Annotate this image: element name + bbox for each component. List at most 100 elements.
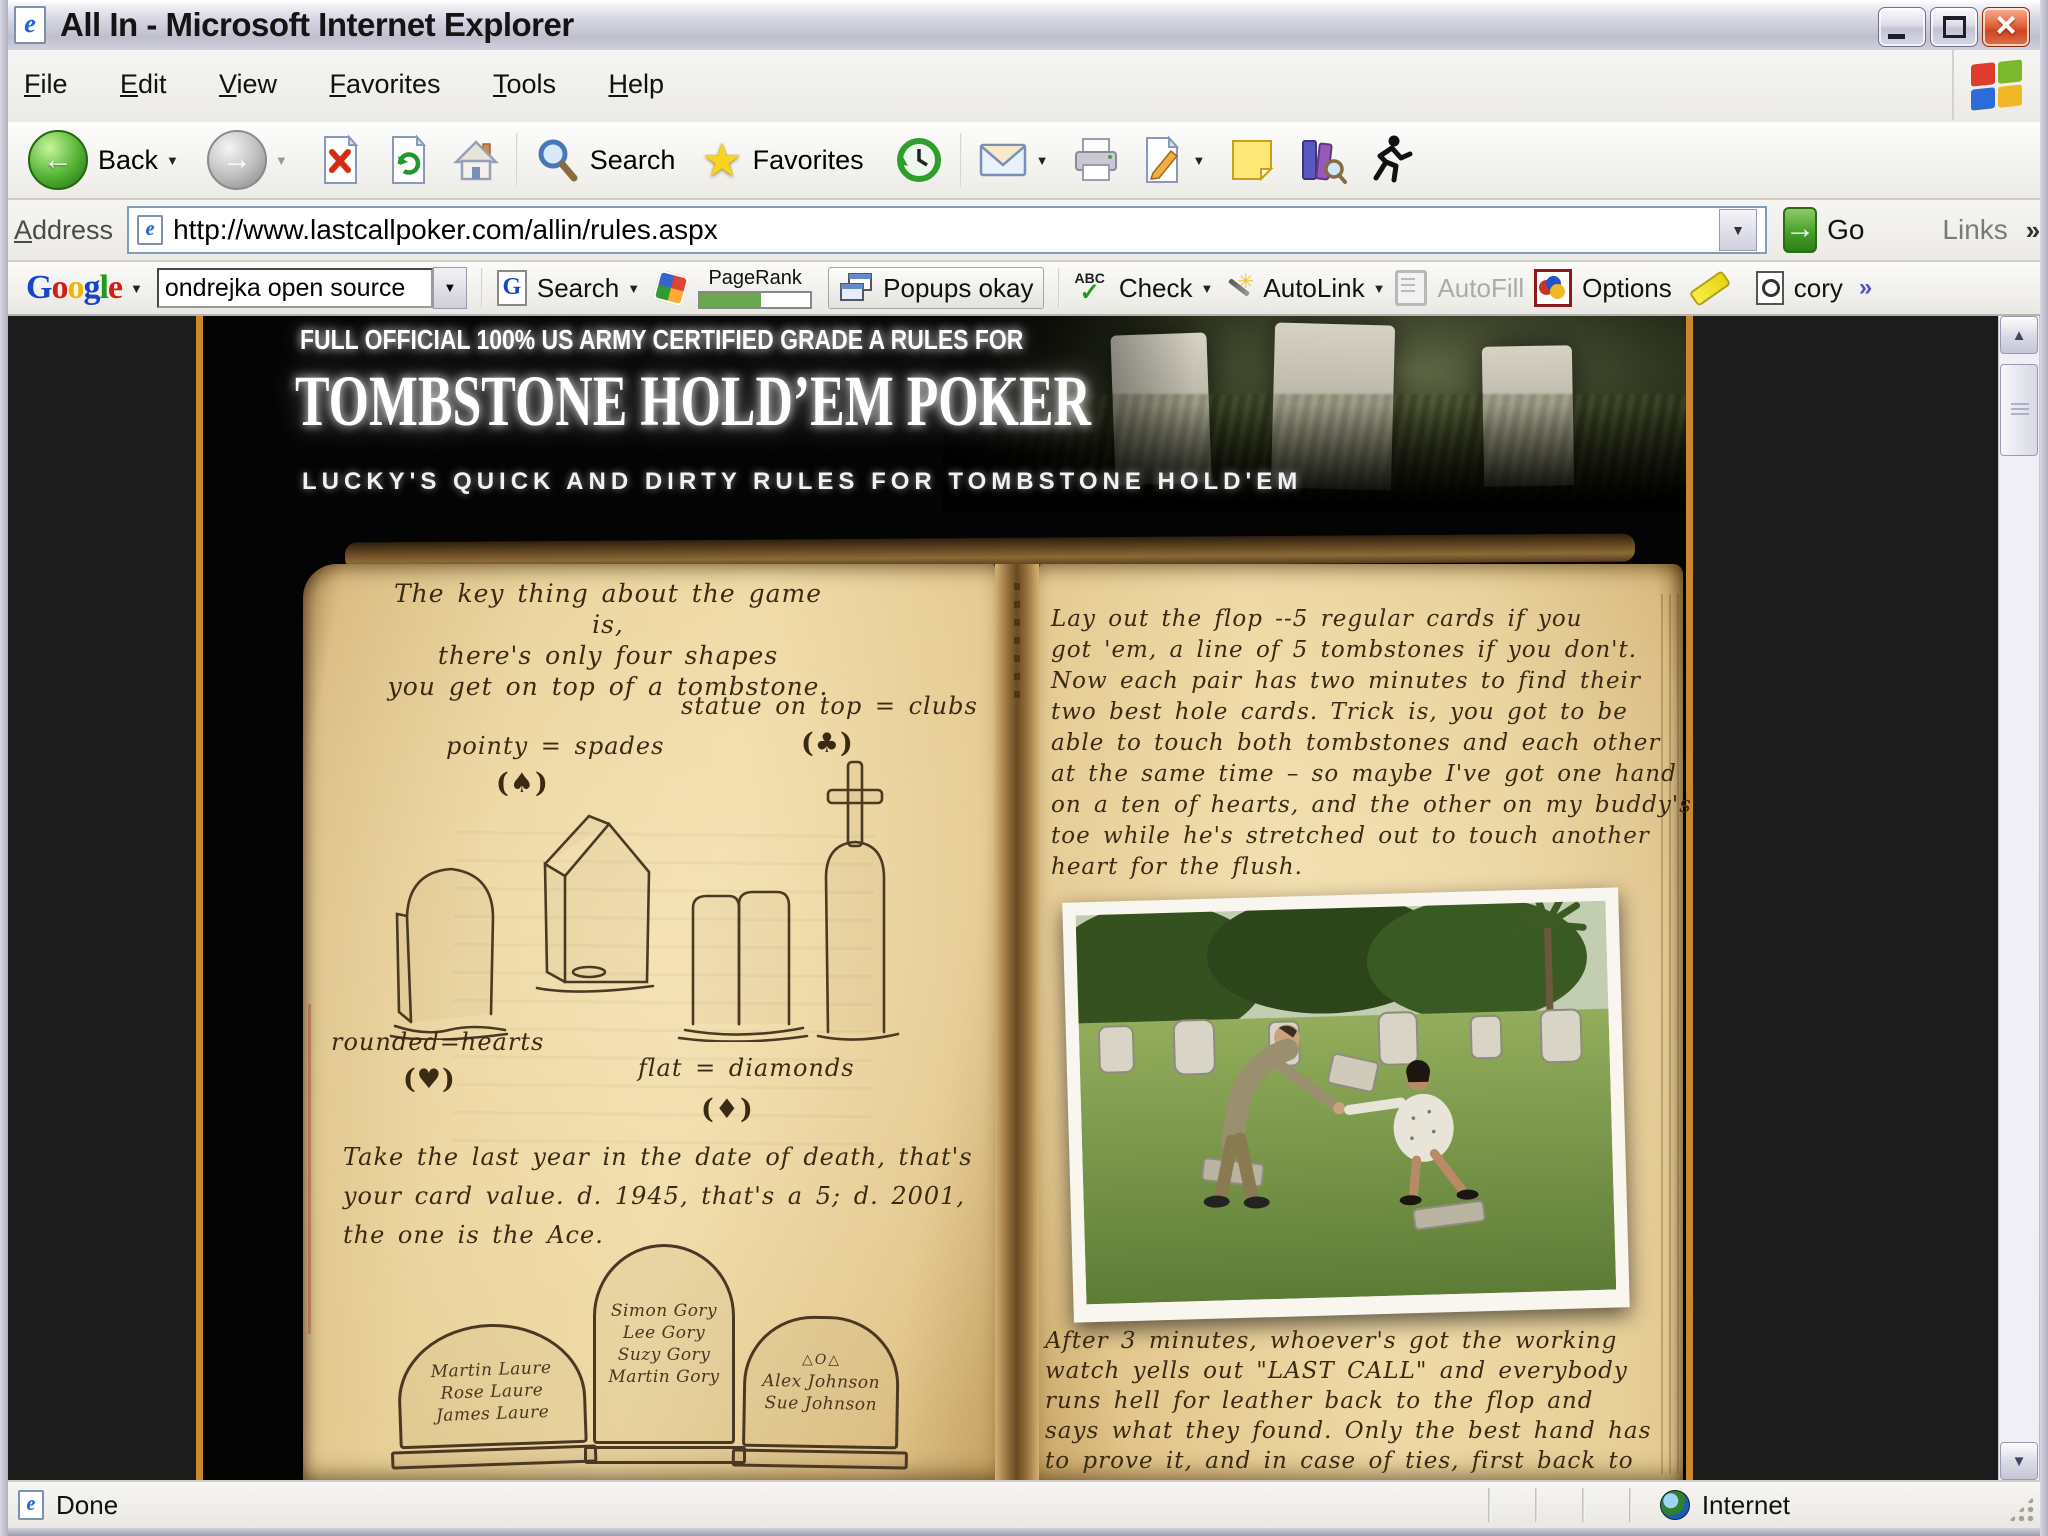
address-field[interactable]: e http://www.lastcallpoker.com/allin/rul… bbox=[127, 206, 1768, 254]
menu-edit[interactable]: Edit bbox=[96, 50, 191, 118]
status-separator bbox=[1487, 1488, 1491, 1522]
mail-button[interactable]: ▼ bbox=[978, 139, 1049, 181]
pagerank-bar bbox=[698, 291, 813, 309]
autolink-button[interactable]: ✳ AutoLink ▼ bbox=[1213, 271, 1386, 304]
diamonds-symbol: (♦) bbox=[701, 1094, 754, 1125]
go-label[interactable]: Go bbox=[1827, 214, 1864, 246]
popups-button[interactable]: Popups okay bbox=[828, 267, 1045, 309]
johnson-deco: △O△ bbox=[801, 1351, 842, 1369]
menu-tools[interactable]: Tools bbox=[469, 50, 580, 118]
clubs-label: statue on top = clubs bbox=[681, 692, 978, 720]
favorites-star-icon: ★ bbox=[701, 134, 743, 186]
scroll-down-button[interactable]: ▼ bbox=[2000, 1442, 2038, 1480]
mail-icon bbox=[979, 143, 1026, 177]
gbar-more-chevron-icon[interactable]: » bbox=[1859, 274, 1872, 302]
google-search-input[interactable] bbox=[156, 268, 433, 308]
google-search-button[interactable]: G Search ▼ bbox=[496, 270, 640, 306]
check-label: Check bbox=[1118, 272, 1193, 303]
page-column: FULL OFFICIAL 100% US ARMY CERTIFIED GRA… bbox=[196, 316, 1693, 1480]
close-button[interactable]: × bbox=[1982, 7, 2030, 47]
spades-symbol: (♠) bbox=[496, 768, 549, 799]
hearts-symbol: (♥) bbox=[403, 1064, 456, 1095]
spellcheck-icon: ABC ✓ bbox=[1074, 270, 1105, 306]
options-button[interactable]: Options bbox=[1524, 269, 1672, 307]
autofill-label: AutoFill bbox=[1437, 272, 1525, 303]
back-button[interactable]: ← Back ▼ bbox=[28, 130, 179, 190]
rounded-tombstone-sketch bbox=[389, 854, 511, 1040]
scrollbar-thumb[interactable] bbox=[2000, 364, 2038, 456]
page-subtitle: LUCKY'S QUICK AND DIRTY RULES FOR TOMBST… bbox=[302, 468, 1303, 495]
home-button[interactable] bbox=[452, 136, 500, 184]
forward-button[interactable]: → ▼ bbox=[206, 130, 288, 190]
status-page-icon: e bbox=[18, 1490, 44, 1520]
menu-view[interactable]: View bbox=[195, 50, 301, 118]
address-label: Address bbox=[14, 214, 114, 245]
menu-bar: File Edit View Favorites Tools Help bbox=[0, 50, 2048, 124]
page-title: TOMBSTONE HOLD’EM POKER bbox=[295, 361, 1091, 441]
vertical-scrollbar[interactable]: ▲ ▼ bbox=[1998, 316, 2039, 1480]
go-icon[interactable]: → bbox=[1783, 207, 1818, 253]
autofill-icon bbox=[1395, 270, 1428, 306]
account-button[interactable]: cory bbox=[1748, 271, 1843, 305]
menu-favorites[interactable]: Favorites bbox=[305, 50, 464, 118]
highlighter-icon[interactable] bbox=[1688, 269, 1732, 307]
google-search-dropdown-icon[interactable]: ▼ bbox=[627, 281, 640, 296]
aim-button[interactable] bbox=[1367, 134, 1413, 186]
address-dropdown-button[interactable]: ▼ bbox=[1719, 209, 1758, 251]
popups-icon bbox=[840, 273, 873, 301]
running-man-icon bbox=[1373, 135, 1413, 183]
minimize-button[interactable] bbox=[1878, 7, 1926, 47]
gory-tombstone: Simon Gory Lee Gory Suzy Gory Martin Gor… bbox=[584, 1244, 746, 1464]
google-logo[interactable]: Google bbox=[26, 269, 123, 307]
history-button[interactable] bbox=[894, 135, 944, 185]
forward-dropdown-icon[interactable]: ▼ bbox=[275, 153, 288, 168]
research-button[interactable] bbox=[1297, 135, 1348, 185]
google-query-dropdown[interactable]: ▼ bbox=[432, 267, 467, 309]
mail-dropdown-icon[interactable]: ▼ bbox=[1036, 153, 1049, 168]
search-label: Search bbox=[589, 144, 676, 175]
google-logo-dropdown-icon[interactable]: ▼ bbox=[130, 281, 143, 296]
window-title: All In - Microsoft Internet Explorer bbox=[60, 6, 574, 43]
toolbar-separator bbox=[959, 133, 962, 187]
cemetery-photo bbox=[1047, 887, 1630, 1323]
home-icon bbox=[452, 140, 499, 181]
search-button[interactable]: Search bbox=[534, 136, 676, 184]
messenger-button[interactable] bbox=[1229, 137, 1275, 183]
book-binding bbox=[995, 564, 1039, 1480]
edit-button[interactable]: ▼ bbox=[1141, 135, 1206, 185]
scroll-up-button[interactable]: ▲ bbox=[2000, 316, 2038, 354]
print-button[interactable] bbox=[1071, 135, 1121, 185]
resize-grip[interactable] bbox=[2008, 1496, 2034, 1522]
refresh-button[interactable] bbox=[386, 134, 430, 186]
check-dropdown-icon[interactable]: ▼ bbox=[1201, 281, 1214, 296]
pagerank-icon bbox=[652, 269, 690, 307]
status-separator bbox=[1628, 1488, 1632, 1522]
links-label[interactable]: Links bbox=[1942, 214, 2007, 246]
menu-file[interactable]: File bbox=[0, 50, 92, 118]
edit-dropdown-icon[interactable]: ▼ bbox=[1193, 153, 1206, 168]
check-button[interactable]: ABC ✓ Check ▼ bbox=[1074, 271, 1213, 305]
close-icon: × bbox=[1995, 4, 2017, 45]
autofill-button[interactable]: AutoFill bbox=[1385, 270, 1524, 306]
wand-icon: ✳ bbox=[1223, 271, 1254, 303]
links-chevron-icon[interactable]: » bbox=[2026, 215, 2040, 246]
stop-button[interactable] bbox=[318, 134, 362, 186]
window-bottom-border bbox=[0, 1528, 2048, 1536]
browser-viewport: FULL OFFICIAL 100% US ARMY CERTIFIED GRA… bbox=[8, 316, 1998, 1480]
autolink-dropdown-icon[interactable]: ▼ bbox=[1373, 281, 1386, 296]
maximize-icon bbox=[1943, 16, 1966, 38]
menu-help[interactable]: Help bbox=[584, 50, 688, 118]
ie-window: e All In - Microsoft Internet Explorer ×… bbox=[0, 0, 2048, 1536]
print-icon bbox=[1074, 138, 1117, 181]
maximize-button[interactable] bbox=[1930, 7, 1978, 47]
account-label: cory bbox=[1793, 272, 1843, 303]
address-bar: Address e http://www.lastcallpoker.com/a… bbox=[0, 200, 2048, 262]
cemetery-photo-image bbox=[1047, 891, 1617, 1305]
gbar-separator bbox=[480, 268, 483, 308]
diamonds-label: flat = diamonds bbox=[638, 1054, 855, 1082]
back-dropdown-icon[interactable]: ▼ bbox=[166, 153, 179, 168]
address-url[interactable]: http://www.lastcallpoker.com/allin/rules… bbox=[173, 214, 718, 246]
favorites-button[interactable]: ★ Favorites bbox=[701, 133, 863, 187]
standard-toolbar: ← Back ▼ → ▼ Search ★ Favorites ▼ ▼ bbox=[0, 122, 2048, 200]
history-icon bbox=[896, 138, 941, 182]
